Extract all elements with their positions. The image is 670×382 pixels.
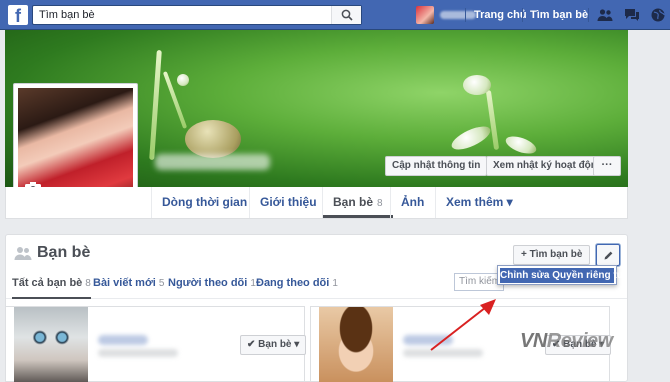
- user-name-blurred: [440, 11, 476, 19]
- privacy-dropdown-menu: Chỉnh sửa Quyền riêng tư: [497, 265, 624, 285]
- cover-plant-leaf: [503, 132, 539, 158]
- nav-divider: [465, 8, 466, 22]
- friend-avatar[interactable]: [319, 307, 393, 382]
- tab-about[interactable]: Giới thiệu: [249, 187, 327, 218]
- user-avatar: [416, 6, 434, 24]
- friends-panel-title: Bạn bè: [37, 244, 91, 261]
- vnreview-watermark: VNReview: [520, 330, 613, 353]
- filter-count: 8: [85, 278, 91, 289]
- tab-friends[interactable]: Bạn bè 8: [322, 187, 393, 218]
- edit-privacy-menu-item[interactable]: Chỉnh sửa Quyền riêng tư: [500, 268, 624, 283]
- profile-picture[interactable]: [13, 83, 138, 204]
- messages-icon[interactable]: [624, 7, 640, 23]
- cover-seed: [185, 120, 241, 158]
- tab-photos[interactable]: Ảnh: [390, 187, 434, 218]
- annotation-arrow: [430, 299, 496, 351]
- profile-name-blurred: [155, 154, 270, 170]
- find-friends-button[interactable]: + Tìm bạn bè: [513, 245, 591, 265]
- search-box[interactable]: [32, 5, 362, 25]
- home-link[interactable]: Trang chủ: [474, 9, 527, 21]
- top-nav-bar: f Trang chủ Tìm bạn bè: [0, 0, 670, 30]
- facebook-logo[interactable]: f: [8, 5, 28, 25]
- cover-plant-stalk: [149, 49, 162, 161]
- activity-log-button[interactable]: Xem nhật ký hoạt động: [486, 156, 611, 176]
- tab-label: Bạn bè: [333, 195, 374, 209]
- friend-card: ✔ Bạn bè ▾: [5, 306, 307, 382]
- friends-icon: [14, 247, 32, 260]
- profile-photo: [18, 88, 133, 199]
- friend-name-blurred[interactable]: [98, 335, 148, 345]
- more-options-button[interactable]: ···: [593, 156, 621, 176]
- filter-recent-posts[interactable]: Bài viết mới 5: [93, 277, 164, 289]
- tab-timeline[interactable]: Dòng thời gian: [151, 187, 257, 218]
- filter-label: Người theo dõi: [168, 277, 248, 289]
- friend-avatar[interactable]: [14, 307, 88, 382]
- nav-divider: [522, 8, 523, 22]
- edit-privacy-button[interactable]: [596, 244, 620, 266]
- tab-label: Giới thiệu: [260, 195, 317, 209]
- cover-plant-bud: [177, 74, 189, 86]
- filter-following[interactable]: Đang theo dõi 1: [256, 277, 338, 289]
- friend-subtitle-blurred: [98, 349, 178, 357]
- filter-followers[interactable]: Người theo dõi 1: [168, 277, 256, 289]
- nav-divider: [588, 8, 589, 22]
- filter-count: 5: [158, 278, 165, 289]
- find-friends-link[interactable]: Tìm bạn bè: [530, 9, 588, 21]
- watermark-vn: VN: [520, 330, 547, 352]
- search-input[interactable]: [33, 6, 333, 24]
- cover-plant-bud: [463, 75, 491, 95]
- search-icon: [341, 9, 353, 21]
- filter-all-friends[interactable]: Tất cả bạn bè 8: [12, 277, 91, 299]
- tab-label: Xem thêm ▾: [446, 195, 513, 209]
- friend-requests-icon[interactable]: [597, 7, 613, 23]
- globe-icon[interactable]: [650, 7, 666, 23]
- profile-tab-strip: Dòng thời gian Giới thiệu Bạn bè 8 Ảnh Xe…: [5, 187, 628, 219]
- cover-plant-stalk: [485, 89, 500, 151]
- tab-more[interactable]: Xem thêm ▾: [435, 187, 523, 218]
- filter-label: Tất cả bạn bè: [12, 277, 83, 289]
- filter-label: Đang theo dõi: [256, 277, 330, 289]
- cover-plant-leaf: [448, 121, 494, 155]
- friend-status-button[interactable]: ✔ Bạn bè ▾: [240, 335, 307, 355]
- tab-label: Ảnh: [401, 195, 425, 209]
- tab-count: 8: [377, 198, 383, 209]
- search-button[interactable]: [331, 6, 361, 24]
- filter-count: 1: [332, 278, 338, 289]
- user-profile-link[interactable]: [416, 6, 476, 24]
- tab-label: Dòng thời gian: [162, 195, 248, 209]
- watermark-review: Review: [546, 330, 613, 352]
- filter-label: Bài viết mới: [93, 277, 156, 289]
- pencil-icon: [604, 251, 612, 259]
- update-info-button[interactable]: Cập nhật thông tin: [385, 156, 488, 176]
